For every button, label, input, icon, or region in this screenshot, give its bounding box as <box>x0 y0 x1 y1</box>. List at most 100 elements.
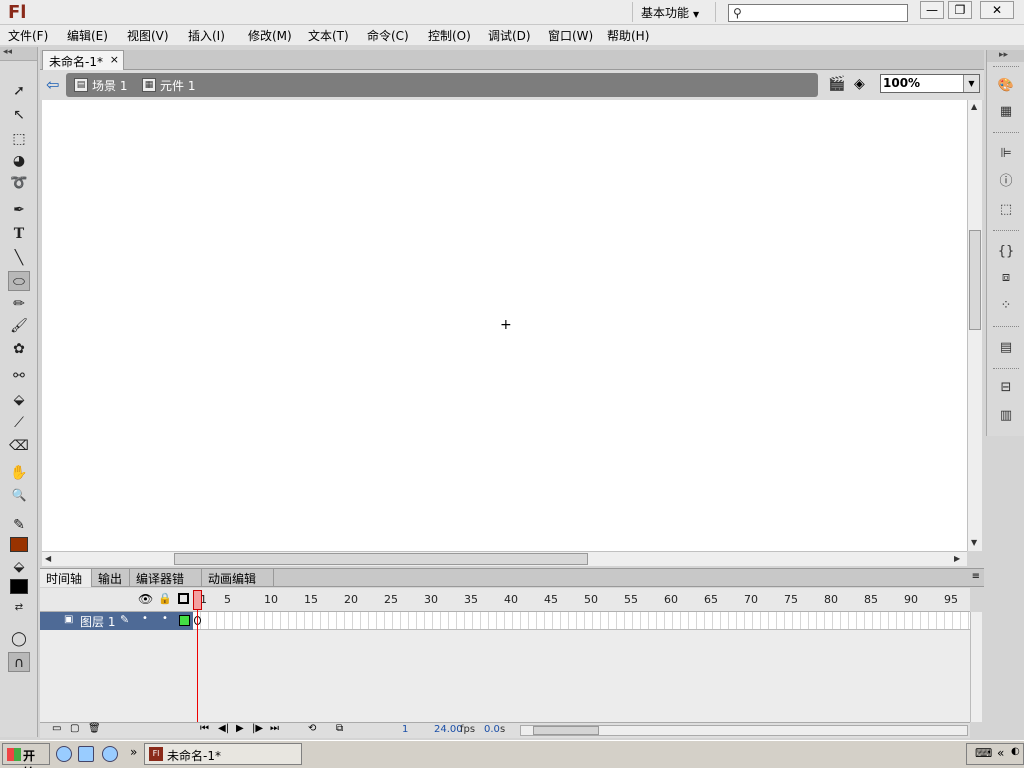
start-button[interactable]: 开始 <box>2 743 50 768</box>
menu-debug[interactable]: 调试(D) <box>488 27 531 44</box>
timeline-horizontal-scrollbar[interactable] <box>520 725 968 736</box>
components-icon[interactable]: ⧈ <box>995 268 1017 288</box>
swap-colors-icon[interactable]: ⇄ <box>8 598 30 618</box>
stage-horizontal-scrollbar[interactable]: ◀ ▶ <box>42 551 967 566</box>
tab-compiler-errors[interactable]: 编译器错误 <box>130 569 202 603</box>
scroll-left-icon[interactable]: ◀ <box>45 554 51 563</box>
quicklaunch-browser-icon[interactable] <box>56 746 72 762</box>
panel-collapse-icon[interactable]: ▸▸ <box>987 50 1024 62</box>
eraser-tool-icon[interactable]: ⌫ <box>8 436 30 456</box>
text-tool-icon[interactable]: T <box>8 224 30 244</box>
breadcrumb-symbol[interactable]: 元件 1 <box>160 77 195 94</box>
align-icon[interactable]: ⊫ <box>995 144 1017 164</box>
visibility-dot-icon[interactable]: • <box>142 613 148 624</box>
library-icon[interactable]: ▤ <box>995 338 1017 358</box>
minimize-button[interactable]: — <box>920 1 944 19</box>
quicklaunch-app-icon[interactable] <box>78 746 94 762</box>
close-button[interactable]: ✕ <box>980 1 1014 19</box>
taskbar-item-flash[interactable]: Fl 未命名-1* <box>144 743 302 765</box>
lasso-tool-icon[interactable]: ➰ <box>8 173 30 193</box>
scroll-down-icon[interactable]: ▼ <box>971 538 977 547</box>
step-back-icon[interactable]: ◀| <box>218 723 229 734</box>
fill-color-swatch[interactable] <box>10 579 28 594</box>
oval-tool-icon[interactable]: ⬭ <box>8 271 30 291</box>
new-folder-icon[interactable]: ▢ <box>70 723 79 734</box>
timeline-vertical-scrollbar[interactable] <box>970 612 982 722</box>
timeline-scroll-thumb[interactable] <box>533 726 599 735</box>
current-frame[interactable]: 1 <box>402 724 408 735</box>
menu-insert[interactable]: 插入(I) <box>188 27 225 44</box>
zoom-tool-icon[interactable]: 🔍 <box>8 485 30 505</box>
frame-rate[interactable]: 24.00 <box>434 724 463 735</box>
code-snippets-icon[interactable]: {} <box>995 242 1017 262</box>
hand-tool-icon[interactable]: ✋ <box>8 463 30 483</box>
brush-tool-icon[interactable]: 🖌 <box>8 316 30 336</box>
tab-timeline[interactable]: 时间轴 <box>40 569 92 587</box>
new-layer-icon[interactable]: ▭ <box>52 723 61 734</box>
free-transform-tool-icon[interactable]: ⬚ <box>8 129 30 149</box>
delete-layer-icon[interactable]: 🗑 <box>88 723 101 734</box>
paint-bucket-tool-icon[interactable]: ⬙ <box>8 390 30 410</box>
tab-output[interactable]: 输出 <box>92 569 130 587</box>
menu-text[interactable]: 文本(T) <box>308 27 349 44</box>
menu-help[interactable]: 帮助(H) <box>607 27 649 44</box>
playhead[interactable] <box>193 590 202 610</box>
deco-tool-icon[interactable]: ✿ <box>8 339 30 359</box>
zoom-select[interactable]: 100% ▼ <box>880 74 980 93</box>
pen-tool-icon[interactable]: ✒ <box>8 200 30 220</box>
first-frame-icon[interactable]: ⏮ <box>200 723 209 734</box>
stage-canvas[interactable]: + <box>42 100 967 551</box>
play-icon[interactable]: ▶ <box>236 723 244 734</box>
last-frame-icon[interactable]: ⏭ <box>270 723 279 734</box>
lock-icon[interactable]: 🔒 <box>158 592 172 605</box>
menu-modify[interactable]: 修改(M) <box>248 27 292 44</box>
menu-commands[interactable]: 命令(C) <box>367 27 409 44</box>
edit-symbols-icon[interactable]: ◈ <box>854 76 865 92</box>
project-icon[interactable]: ⊟ <box>995 378 1017 398</box>
3d-rotation-tool-icon[interactable]: ◕ <box>8 151 30 171</box>
tray-app-icon[interactable]: ◐ <box>1011 746 1020 757</box>
menu-control[interactable]: 控制(O) <box>428 27 471 44</box>
loop-icon[interactable]: ⟲ <box>308 723 316 734</box>
stage-vertical-scrollbar[interactable]: ▲ ▼ <box>967 100 982 551</box>
outline-icon[interactable] <box>178 593 189 604</box>
subselection-tool-icon[interactable]: ↖ <box>8 105 30 125</box>
close-tab-icon[interactable]: × <box>110 53 119 66</box>
back-arrow-icon[interactable]: ⇦ <box>46 75 59 94</box>
vertical-scroll-thumb[interactable] <box>969 230 981 330</box>
layer-outline-color[interactable] <box>179 615 190 626</box>
onion-skin-icon[interactable]: ⧉ <box>336 723 343 734</box>
bone-tool-icon[interactable]: ⚯ <box>8 366 30 386</box>
workspace-switcher[interactable]: 基本功能 ▼ <box>632 2 716 22</box>
restore-button[interactable]: ❐ <box>948 1 972 19</box>
tray-expand-icon[interactable]: « <box>997 746 1004 760</box>
eyedropper-tool-icon[interactable]: ⟋ <box>8 413 30 433</box>
horizontal-scroll-thumb[interactable] <box>174 553 588 565</box>
object-drawing-icon[interactable]: ◯ <box>8 629 30 649</box>
transform-icon[interactable]: ⬚ <box>995 200 1017 220</box>
panel-collapse-icon[interactable]: ◂◂ <box>0 47 37 61</box>
menu-file[interactable]: 文件(F) <box>8 27 48 44</box>
quicklaunch-overflow[interactable]: » <box>130 745 137 759</box>
menu-view[interactable]: 视图(V) <box>127 27 169 44</box>
history-icon[interactable]: ▥ <box>995 406 1017 426</box>
breadcrumb-scene[interactable]: 场景 1 <box>92 77 127 94</box>
pencil-tool-icon[interactable]: ✏ <box>8 294 30 314</box>
swatches-grid-icon[interactable]: ▦ <box>995 102 1017 122</box>
quicklaunch-settings-icon[interactable] <box>102 746 118 762</box>
menu-edit[interactable]: 编辑(E) <box>67 27 108 44</box>
frames-grid[interactable] <box>193 612 970 630</box>
document-tab[interactable]: 未命名-1* × <box>42 50 124 70</box>
scroll-right-icon[interactable]: ▶ <box>954 554 960 563</box>
help-search-input[interactable]: ⚲ <box>728 4 908 22</box>
motion-presets-icon[interactable]: ⁘ <box>995 296 1017 316</box>
stroke-color-swatch[interactable] <box>10 537 28 552</box>
tab-motion-editor[interactable]: 动画编辑器 <box>202 569 274 603</box>
panel-menu-icon[interactable]: ≡ <box>972 571 980 582</box>
edit-scene-icon[interactable]: 🎬 <box>828 76 845 92</box>
show-hide-eye-icon[interactable]: 👁 <box>138 592 153 606</box>
keyboard-icon[interactable]: ⌨ <box>975 746 992 760</box>
snap-magnet-icon[interactable]: ∩ <box>8 652 30 672</box>
selection-tool-icon[interactable]: ➚ <box>8 81 30 101</box>
line-tool-icon[interactable]: ╲ <box>8 248 30 268</box>
